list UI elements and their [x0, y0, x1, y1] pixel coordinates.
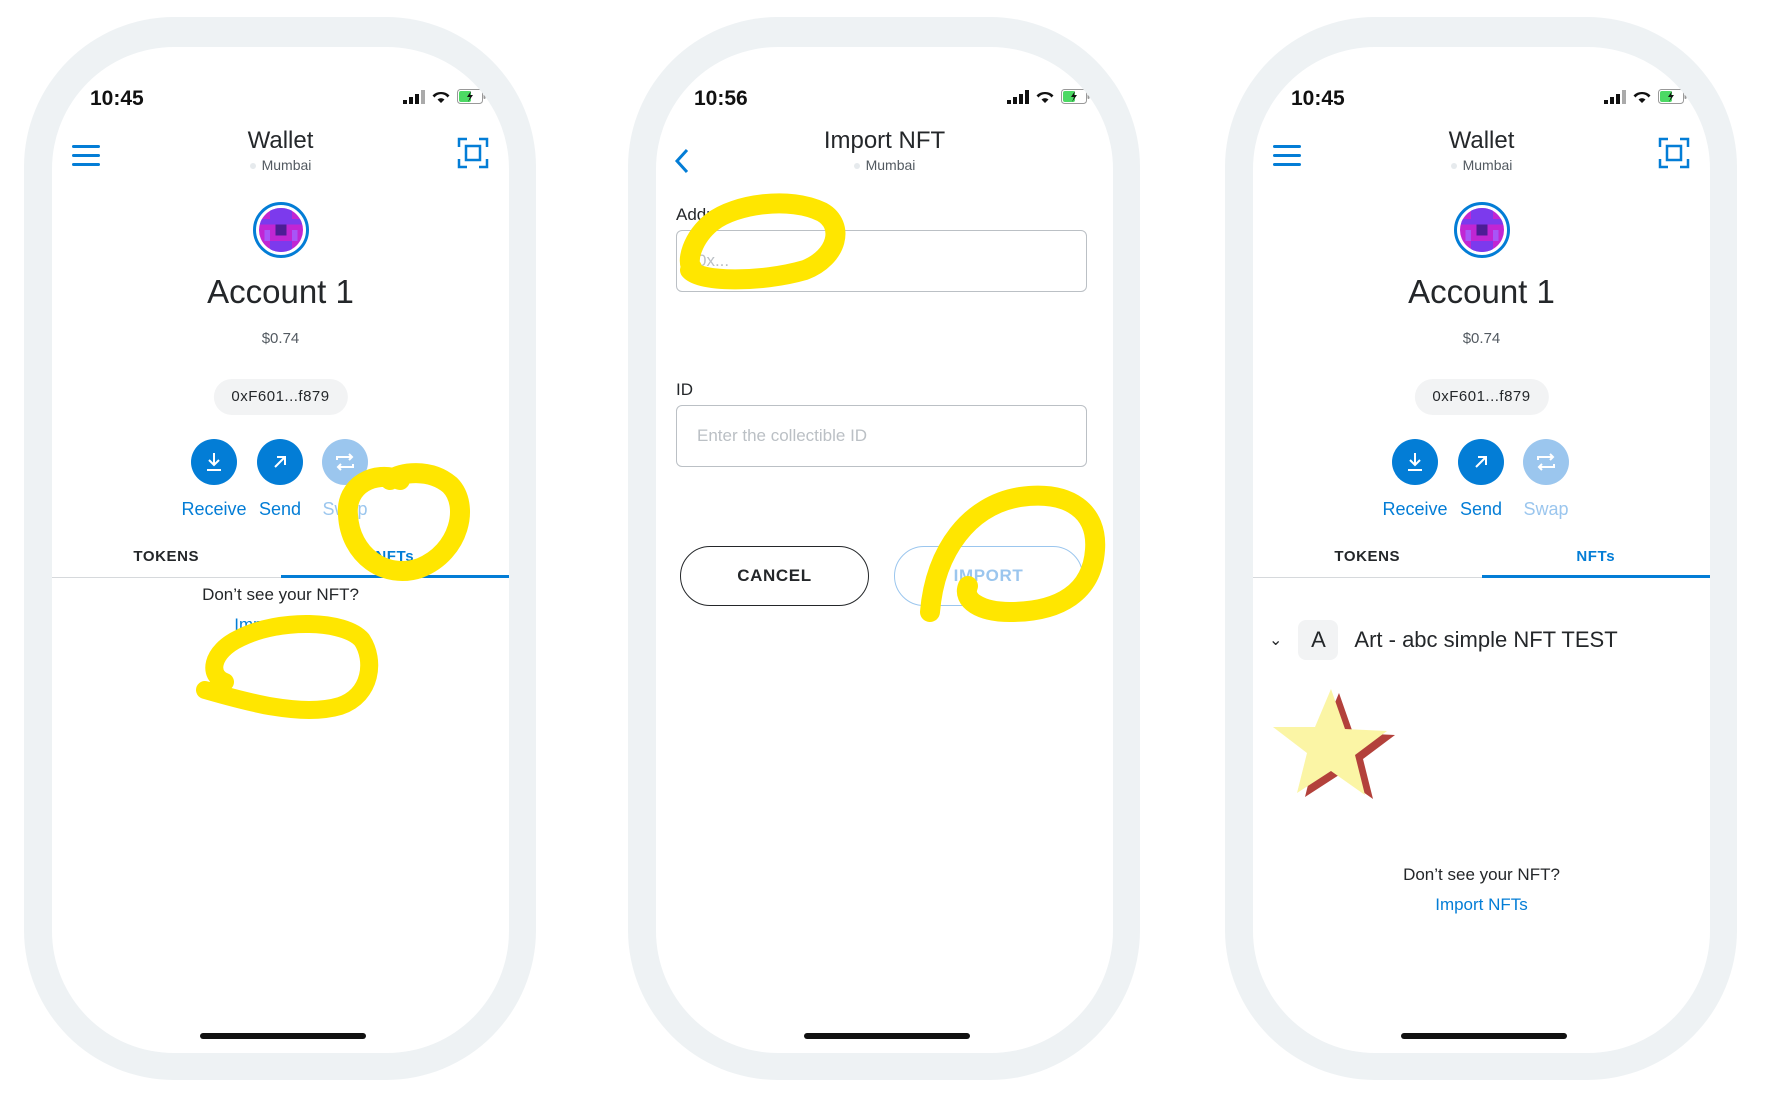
tab-nfts[interactable]: NFTs [280, 537, 510, 578]
collection-avatar: A [1298, 620, 1339, 660]
battery-icon [457, 89, 486, 104]
battery-icon [1061, 89, 1090, 104]
import-nfts-link[interactable]: Import NFTs [1253, 895, 1710, 915]
asset-tabs: TOKENS NFTs [52, 537, 509, 578]
swap-label: Swap [1523, 499, 1569, 519]
import-button[interactable]: IMPORT [894, 546, 1083, 606]
phone-import-nft: 10:56 Import NFT Mumbai Address 0x... ID… [628, 17, 1140, 1080]
page-title: Wallet [247, 127, 314, 154]
address-pill[interactable]: 0xF601...f879 [213, 379, 348, 415]
wifi-icon [432, 91, 450, 103]
tab-tokens[interactable]: TOKENS [52, 537, 281, 577]
address-pill[interactable]: 0xF601...f879 [1414, 379, 1549, 415]
status-time: 10:56 [694, 87, 748, 110]
scan-icon[interactable] [457, 137, 489, 169]
send-icon [1475, 456, 1487, 468]
signal-icon [1007, 89, 1029, 104]
page-title: Import NFT [823, 127, 946, 154]
no-nft-text: Don’t see your NFT? [1403, 865, 1560, 884]
send-button[interactable]: Send [1446, 439, 1516, 520]
status-time: 10:45 [90, 87, 144, 110]
id-label: ID [676, 380, 693, 399]
address-field[interactable]: 0x... [676, 230, 1087, 292]
scan-icon[interactable] [1658, 137, 1690, 169]
battery-icon [1658, 89, 1687, 104]
swap-button[interactable]: Swap [1511, 439, 1581, 520]
network-label: Mumbai [1253, 157, 1710, 173]
receive-icon [1408, 453, 1422, 471]
asset-tabs: TOKENS NFTs [1253, 537, 1710, 578]
send-button[interactable]: Send [245, 439, 315, 520]
home-indicator [200, 1033, 366, 1039]
screen: 10:56 Import NFT Mumbai Address 0x... ID… [656, 47, 1113, 1053]
send-icon [274, 456, 286, 468]
chevron-down-icon[interactable]: ⌄ [1269, 630, 1282, 650]
swap-button[interactable]: Swap [310, 439, 380, 520]
signal-icon [403, 89, 425, 104]
balance: $0.74 [1462, 330, 1501, 347]
cancel-button[interactable]: CANCEL [680, 546, 869, 606]
swap-icon [1537, 453, 1555, 471]
import-nfts-link[interactable]: Import NFTs [52, 615, 509, 635]
send-label: Send [258, 499, 302, 519]
status-icons [403, 89, 487, 104]
phone-wallet-nfts-list: 10:45 Wallet Mumbai Account 1 $0.74 0xF6… [1225, 17, 1737, 1080]
receive-button[interactable]: Receive [1380, 439, 1450, 520]
status-icons [1604, 89, 1688, 104]
id-field[interactable]: Enter the collectible ID [676, 405, 1087, 467]
receive-label: Receive [1382, 499, 1448, 519]
avatar[interactable] [1454, 202, 1510, 258]
phone-wallet-nfts-empty: 10:45 Wallet Mumbai Account 1 $0.74 0xF6… [24, 17, 536, 1080]
swap-icon [336, 453, 354, 471]
address-label: Address [676, 205, 739, 224]
status-time: 10:45 [1291, 87, 1345, 110]
page-title: Wallet [1448, 127, 1515, 154]
collection-name: Art - abc simple NFT TEST [1354, 627, 1618, 652]
avatar[interactable] [253, 202, 309, 258]
signal-icon [1604, 89, 1626, 104]
star-nft-image[interactable] [1267, 685, 1397, 810]
receive-icon [207, 453, 221, 471]
send-label: Send [1459, 499, 1503, 519]
receive-button[interactable]: Receive [179, 439, 249, 520]
receive-label: Receive [181, 499, 247, 519]
nft-collection-row[interactable]: ⌄ A Art - abc simple NFT TEST [1269, 620, 1618, 660]
tab-nfts[interactable]: NFTs [1481, 537, 1711, 578]
home-indicator [804, 1033, 970, 1039]
swap-label: Swap [322, 499, 368, 519]
status-icons [1007, 89, 1091, 104]
account-name[interactable]: Account 1 [52, 273, 509, 311]
tab-tokens[interactable]: TOKENS [1253, 537, 1482, 577]
no-nft-text: Don’t see your NFT? [202, 585, 359, 604]
network-label: Mumbai [52, 157, 509, 173]
home-indicator [1401, 1033, 1567, 1039]
account-name[interactable]: Account 1 [1253, 273, 1710, 311]
balance: $0.74 [261, 330, 300, 347]
network-label: Mumbai [656, 157, 1113, 173]
screen: 10:45 Wallet Mumbai Account 1 $0.74 0xF6… [52, 47, 509, 1053]
wifi-icon [1633, 91, 1651, 103]
wifi-icon [1036, 91, 1054, 103]
screen: 10:45 Wallet Mumbai Account 1 $0.74 0xF6… [1253, 47, 1710, 1053]
